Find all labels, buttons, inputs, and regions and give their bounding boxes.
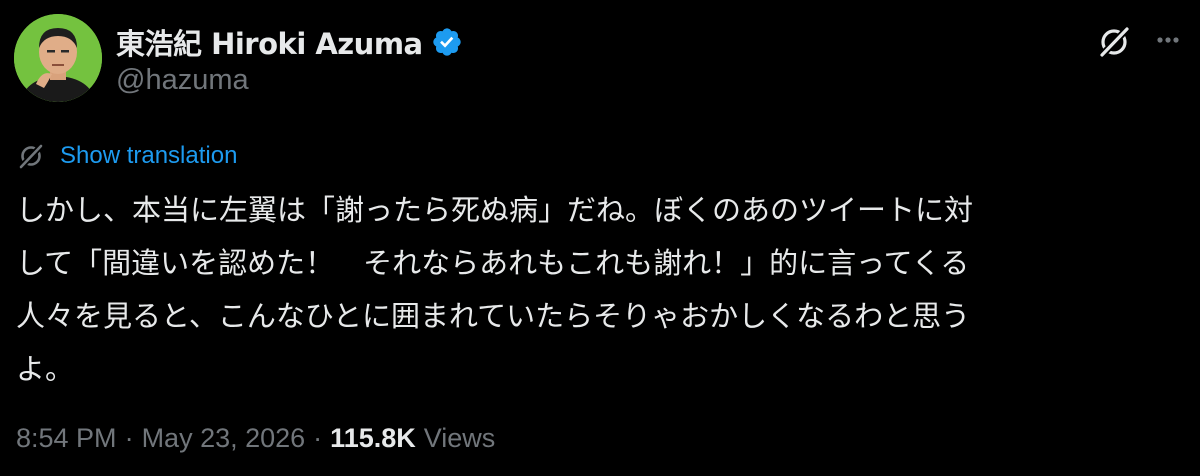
meta-separator: · bbox=[124, 422, 134, 453]
meta-separator: · bbox=[313, 422, 323, 453]
views-label: Views bbox=[423, 422, 496, 453]
more-horizontal-icon bbox=[1157, 37, 1179, 43]
tweet-body: しかし、本当に左翼は「謝ったら死ぬ病」だね。ぼくのあのツイートに対 して「間違い… bbox=[16, 184, 1186, 396]
tweet-text-line: して「間違いを認めた！ それならあれもこれも謝れ！」的に言ってくる bbox=[16, 246, 970, 280]
tweet-text-line: よ。 bbox=[16, 352, 75, 386]
tweet-meta: 8:54 PM · May 23, 2026 · 115.8K Views bbox=[16, 420, 495, 456]
tweet-date[interactable]: May 23, 2026 bbox=[142, 423, 306, 454]
grok-button[interactable] bbox=[1094, 22, 1134, 62]
tweet-time[interactable]: 8:54 PM bbox=[16, 423, 117, 454]
show-translation-label: Show translation bbox=[60, 142, 238, 169]
views-count: 115.8K bbox=[330, 422, 416, 453]
author-handle[interactable]: @hazuma bbox=[116, 64, 249, 97]
tweet-text-line: 人々を見ると、こんなひとに囲まれていたらそりゃおかしくなるわと思う bbox=[16, 299, 971, 333]
verified-badge-icon bbox=[432, 28, 461, 56]
user-avatar-image bbox=[14, 14, 102, 102]
tweet-text-line: しかし、本当に左翼は「謝ったら死ぬ病」だね。ぼくのあのツイートに対 bbox=[16, 193, 974, 227]
grok-icon bbox=[1100, 26, 1130, 57]
show-translation-button[interactable]: Show translation bbox=[16, 140, 237, 172]
more-options-button[interactable] bbox=[1150, 28, 1186, 52]
author-display-name[interactable]: 東浩紀 Hiroki Azuma bbox=[116, 21, 423, 63]
translate-icon bbox=[19, 143, 44, 169]
author-name-row: 東浩紀 Hiroki Azuma bbox=[116, 22, 463, 62]
tweet-card: 東浩紀 Hiroki Azuma @hazuma Show translatio… bbox=[0, 0, 1200, 476]
author-avatar[interactable] bbox=[14, 14, 102, 102]
